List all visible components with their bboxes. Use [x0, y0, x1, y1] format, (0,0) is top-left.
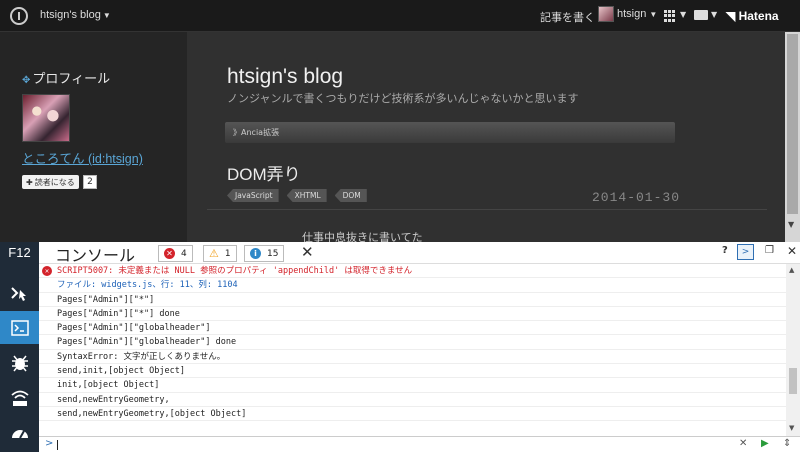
text-caret — [57, 440, 58, 450]
network-tool[interactable] — [0, 381, 39, 414]
help-icon[interactable]: ? — [722, 245, 728, 256]
notification-icon[interactable] — [694, 10, 708, 20]
prompt-chevron-icon: > — [45, 438, 54, 449]
log-entry-source-link[interactable]: ファイル: widgets.js、行: 11、列: 1104 — [39, 278, 786, 293]
subscriber-count: 2 — [83, 175, 97, 189]
entry-title[interactable]: DOM弄り — [227, 160, 301, 185]
plus-icon: ✚ — [26, 177, 33, 187]
devtools-tool-sidebar: F12 — [0, 242, 39, 452]
hatena-logo[interactable]: ◥ Hatena — [726, 9, 779, 23]
error-icon: ✕ — [164, 248, 175, 259]
write-article-link[interactable]: 記事を書く — [540, 9, 595, 25]
performance-tool[interactable] — [0, 416, 39, 449]
log-entry: init,[object Object] — [39, 378, 786, 393]
scrollbar-thumb[interactable] — [787, 34, 798, 214]
diamond-icon: ✥ — [22, 75, 31, 86]
breadcrumb[interactable]: 》Ancia拡張 — [225, 122, 675, 143]
console-tool[interactable] — [0, 311, 39, 344]
console-title: コンソール — [55, 248, 136, 265]
entry-date[interactable]: 2014-01-30 — [592, 190, 680, 205]
info-icon: i — [250, 248, 261, 259]
tag-javascript[interactable]: JavaScript — [227, 189, 279, 202]
info-filter-badge[interactable]: i 15 — [244, 245, 285, 262]
subscribe-button[interactable]: ✚ 読者になる — [22, 175, 79, 189]
bug-icon — [11, 355, 28, 371]
profile-name-link[interactable]: ところてん (id:htsign) — [22, 148, 143, 167]
log-entry: send,newEntryGeometry, — [39, 393, 786, 407]
warning-filter-badge[interactable]: ⚠ 1 — [203, 245, 237, 262]
scroll-down-icon[interactable]: ▼ — [789, 424, 794, 432]
log-entry: Pages["Admin"]["globalheader"] — [39, 321, 786, 336]
undock-icon[interactable]: ❐ — [765, 245, 774, 256]
user-menu[interactable]: htsign ▼ — [598, 6, 657, 22]
console-log: ✕ SCRIPT5007: 未定義または NULL 参照のプロパティ 'appen… — [39, 264, 786, 436]
console-icon — [10, 319, 29, 336]
user-name: htsign — [617, 8, 647, 20]
dom-explorer-icon — [10, 286, 26, 301]
chevron-down-icon: ▼ — [711, 10, 718, 19]
chevron-down-icon: ▼ — [102, 11, 111, 20]
debugger-tool[interactable] — [0, 346, 39, 379]
avatar — [598, 6, 614, 22]
f12-label: F12 — [8, 245, 31, 260]
log-entry: Pages["Admin"]["globalheader"] done — [39, 335, 786, 350]
console-input[interactable]: > ✕ ▶ ⇕ — [39, 436, 800, 452]
log-entry-error: ✕ SCRIPT5007: 未定義または NULL 参照のプロパティ 'appen… — [39, 264, 786, 279]
log-entry: send,newEntryGeometry,[object Object] — [39, 407, 786, 422]
dom-explorer-tool[interactable] — [0, 276, 39, 309]
divider — [207, 209, 767, 210]
gauge-icon — [11, 429, 28, 438]
console-scrollbar[interactable]: ▲ ▼ — [786, 264, 800, 436]
profile-heading: ✥ プロフィール — [22, 71, 111, 86]
error-icon: ✕ — [42, 266, 52, 276]
entry-tags: JavaScript XHTML DOM — [227, 189, 367, 202]
clear-console-icon[interactable]: ✕ — [301, 243, 314, 261]
apps-grid-icon[interactable] — [664, 10, 676, 22]
log-entry: Pages["Admin"]["*"] — [39, 293, 786, 307]
close-icon[interactable]: ✕ — [787, 244, 797, 258]
blog-title[interactable]: htsign's blog — [227, 65, 343, 89]
scroll-up-icon[interactable]: ▲ — [789, 266, 794, 274]
blog-switcher-label: htsign's blog — [40, 9, 101, 21]
tag-dom[interactable]: DOM — [334, 189, 367, 202]
log-entry: send,init,[object Object] — [39, 364, 786, 379]
log-entry: Pages["Admin"]["*"] done — [39, 307, 786, 322]
devtools-panel: F12 コンソール ✕ 4 ⚠ 1 i 15 ✕ ? > ❐ ✕ ✕ SCRIP… — [0, 242, 800, 452]
devtools-header: コンソール ✕ 4 ⚠ 1 i 15 ✕ ? > ❐ ✕ — [39, 242, 800, 265]
profile-image[interactable] — [22, 94, 70, 142]
tag-xhtml[interactable]: XHTML — [286, 189, 327, 202]
hatena-topbar: htsign's blog ▼ 記事を書く htsign ▼ ▼ ▼ ◥ Hate… — [0, 0, 800, 32]
scroll-down-icon[interactable]: ▼ — [788, 220, 794, 229]
scrollbar-thumb[interactable] — [789, 368, 797, 394]
blog-main: htsign's blog ノンジャンルで書くつもりだけど技術系が多いんじゃない… — [187, 32, 785, 244]
blog-sidebar: ✥ プロフィール ところてん (id:htsign) ✚ 読者になる 2 — [0, 32, 187, 242]
error-filter-badge[interactable]: ✕ 4 — [158, 245, 193, 262]
run-icon[interactable]: ▶ — [761, 438, 769, 449]
clear-input-icon[interactable]: ✕ — [739, 438, 747, 449]
blog-description: ノンジャンルで書くつもりだけど技術系が多いんじゃないかと思います — [227, 93, 579, 105]
log-entry: SyntaxError: 文字が正しくありません。 — [39, 350, 786, 365]
chevron-down-icon: ▼ — [680, 10, 687, 19]
chevron-down-icon: ▼ — [649, 9, 658, 19]
console-toggle-icon[interactable]: > — [737, 244, 754, 260]
page-scrollbar[interactable]: ▼ — [785, 32, 800, 242]
warning-icon: ⚠ — [209, 247, 219, 260]
expand-input-icon[interactable]: ⇕ — [783, 438, 791, 449]
blog-switcher[interactable]: htsign's blog ▼ — [40, 9, 111, 21]
hatena-power-icon[interactable] — [10, 7, 28, 25]
wifi-icon — [10, 390, 29, 406]
